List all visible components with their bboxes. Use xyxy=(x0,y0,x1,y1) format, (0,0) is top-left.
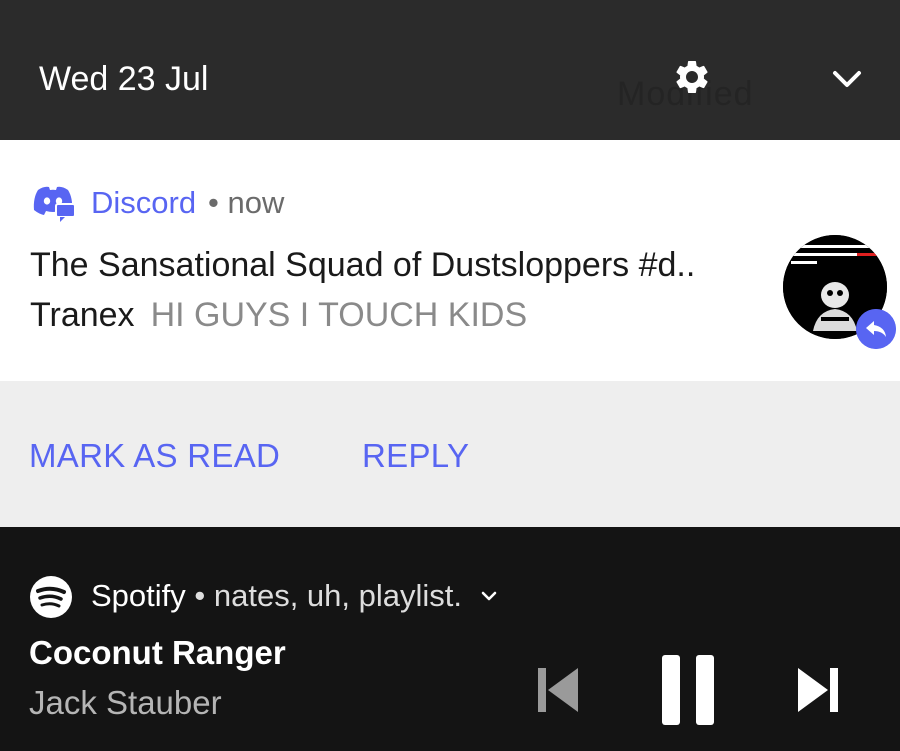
skip-next-icon[interactable] xyxy=(796,665,840,715)
conversation-title: The Sansational Squad of Dustsloppers #d… xyxy=(30,246,696,284)
playlist-subtitle: • nates, uh, playlist. xyxy=(194,578,463,613)
spotify-notification[interactable]: Spotify • nates, uh, playlist. Coconut R… xyxy=(0,527,900,751)
notification-actions: MARK AS READ REPLY xyxy=(0,381,900,527)
app-name: Discord xyxy=(91,185,197,220)
artist-name: Jack Stauber xyxy=(29,684,222,721)
message-line: Tranex HI GUYS I TOUCH KIDS xyxy=(30,294,527,336)
reply-button[interactable]: REPLY xyxy=(362,436,469,476)
skip-previous-icon[interactable] xyxy=(536,665,580,715)
mark-as-read-button[interactable]: MARK AS READ xyxy=(29,436,280,476)
track-title: Coconut Ranger xyxy=(29,634,286,671)
date-label: Wed 23 Jul xyxy=(39,60,209,98)
gear-icon[interactable] xyxy=(672,57,712,97)
discord-icon xyxy=(33,186,76,222)
discord-notification[interactable]: Discord • now The Sansational Squad of D… xyxy=(0,140,900,381)
message-text: HI GUYS I TOUCH KIDS xyxy=(150,296,528,334)
timestamp: • now xyxy=(208,185,285,220)
app-name: Spotify xyxy=(91,578,186,613)
chevron-down-icon[interactable] xyxy=(479,587,499,605)
notification-shade-header: Wed 23 Jul Modified xyxy=(0,0,900,140)
reply-icon[interactable] xyxy=(856,309,896,349)
app-header: Spotify • nates, uh, playlist. xyxy=(91,577,462,615)
pause-icon[interactable] xyxy=(660,655,716,725)
sender-name: Tranex xyxy=(30,296,135,334)
spotify-icon xyxy=(30,576,72,618)
chevron-down-icon[interactable] xyxy=(830,64,864,94)
